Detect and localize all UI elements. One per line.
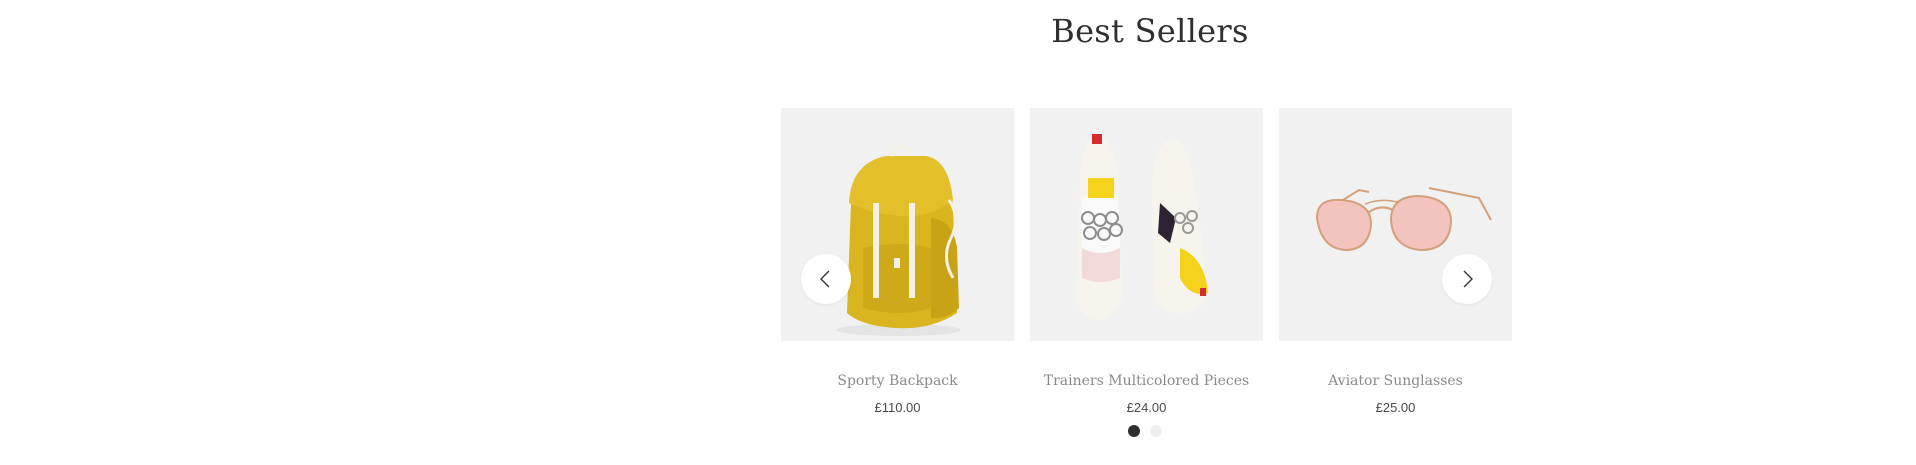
product-name[interactable]: Sporty Backpack xyxy=(781,373,1014,389)
product-name[interactable]: Aviator Sunglasses xyxy=(1279,373,1512,389)
pagination-dot-1[interactable] xyxy=(1128,425,1140,437)
pagination-dot-2[interactable] xyxy=(1150,425,1162,437)
product-image-sunglasses[interactable] xyxy=(1279,108,1512,341)
section-title: Best Sellers xyxy=(1051,12,1249,50)
product-card[interactable]: Trainers Multicolored Pieces £24.00 xyxy=(1030,108,1263,415)
best-sellers-carousel: Sporty Backpack £110.00 Trainers Multico… xyxy=(781,108,1512,448)
carousel-pagination xyxy=(1128,425,1162,437)
backpack-image xyxy=(781,108,1014,341)
carousel-next-button[interactable] xyxy=(1442,254,1492,304)
carousel-prev-button[interactable] xyxy=(801,254,851,304)
chevron-right-icon xyxy=(1463,270,1473,288)
product-image-trainers[interactable] xyxy=(1030,108,1263,341)
product-name[interactable]: Trainers Multicolored Pieces xyxy=(1030,373,1263,389)
product-card[interactable]: Sporty Backpack £110.00 xyxy=(781,108,1014,415)
trainers-image xyxy=(1030,108,1263,341)
product-card[interactable]: Aviator Sunglasses £25.00 xyxy=(1279,108,1512,415)
product-price: £24.00 xyxy=(1126,400,1167,415)
chevron-left-icon xyxy=(820,270,830,288)
product-price: £25.00 xyxy=(1375,400,1416,415)
product-image-backpack[interactable] xyxy=(781,108,1014,341)
product-price: £110.00 xyxy=(874,400,921,415)
sunglasses-image xyxy=(1279,108,1512,341)
